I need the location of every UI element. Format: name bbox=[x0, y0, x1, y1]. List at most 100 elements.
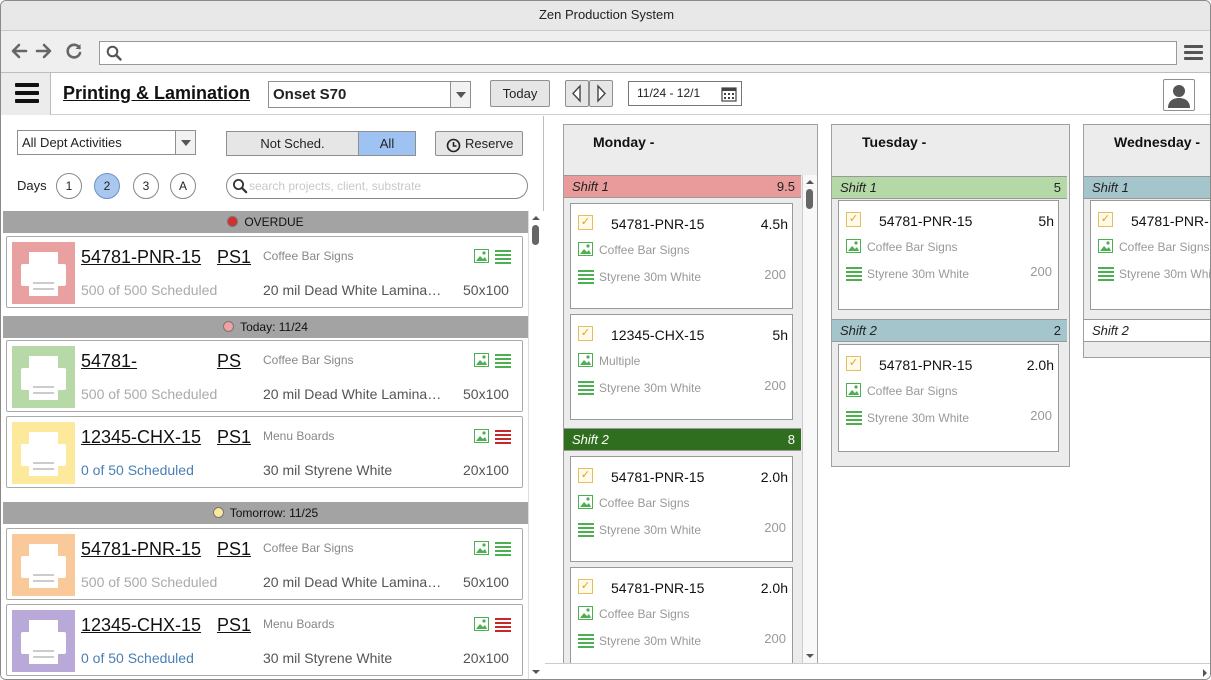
task-quantity: 200 bbox=[764, 267, 786, 282]
menu-button[interactable] bbox=[1, 73, 51, 115]
image-icon bbox=[846, 239, 861, 256]
printer-icon bbox=[12, 534, 75, 596]
client-name: Coffee Bar Signs bbox=[263, 249, 354, 263]
activity-select[interactable]: All Dept Activities bbox=[17, 130, 196, 155]
task-card[interactable]: ✓ 54781-PNR-15 2.0h Coffee Bar Signs Styrene… bbox=[570, 456, 793, 562]
image-icon bbox=[578, 606, 593, 623]
job-card[interactable]: 12345-CHX-15 PS1 Menu Boards 0 of 50 Schedu… bbox=[6, 416, 523, 488]
details-lines-icon[interactable] bbox=[495, 430, 511, 447]
material-lines-icon bbox=[1098, 267, 1114, 284]
task-material: Styrene 30m White bbox=[867, 267, 970, 281]
image-icon[interactable] bbox=[474, 249, 489, 266]
checkbox[interactable]: ✓ bbox=[578, 215, 593, 230]
day-name: Wednesday - bbox=[1114, 134, 1201, 150]
not-scheduled-toggle[interactable]: Not Sched. bbox=[226, 131, 359, 156]
task-card[interactable]: ✓ 54781-PNR-15 2.0h Coffee Bar Signs Styrene… bbox=[838, 344, 1059, 452]
job-card[interactable]: 54781- PS Coffee Bar Signs 500 of 500 Sched… bbox=[6, 340, 523, 412]
task-job-number: 54781-PNR-15 bbox=[611, 469, 705, 485]
shift-header: Shift 2 8 bbox=[564, 428, 801, 451]
back-arrow-icon[interactable] bbox=[9, 41, 29, 61]
browser-menu-icon[interactable] bbox=[1184, 45, 1203, 60]
details-lines-icon[interactable] bbox=[495, 354, 511, 371]
task-client: Coffee Bar Signs bbox=[599, 496, 690, 510]
task-quantity: 200 bbox=[764, 631, 786, 646]
press-link[interactable]: PS1 bbox=[217, 539, 251, 560]
task-card[interactable]: ✓ 12345-CHX-15 5h Multiple Styrene 30m White… bbox=[570, 314, 793, 420]
group-label: OVERDUE bbox=[244, 215, 304, 229]
list-scrollbar-thumb[interactable] bbox=[532, 225, 539, 245]
scroll-up-icon[interactable] bbox=[529, 213, 543, 223]
shift-hours: 9.5 bbox=[776, 179, 795, 194]
task-card[interactable]: ✓ 54781-PNR- Coffee Bar Signs Styrene 30m W… bbox=[1090, 200, 1210, 310]
press-link[interactable]: PS1 bbox=[217, 615, 251, 636]
list-scrollbar[interactable] bbox=[528, 211, 543, 679]
press-link[interactable]: PS1 bbox=[217, 247, 251, 268]
scroll-right-icon[interactable] bbox=[1200, 666, 1210, 680]
board-horizontal-scrollbar[interactable] bbox=[545, 663, 1210, 680]
task-card[interactable]: ✓ 54781-PNR-15 4.5h Coffee Bar Signs Styrene… bbox=[570, 203, 793, 309]
prev-week-button[interactable] bbox=[565, 80, 589, 107]
all-toggle[interactable]: All bbox=[358, 131, 416, 156]
shift-header: Shift 1 5 bbox=[832, 176, 1067, 199]
checkbox[interactable]: ✓ bbox=[578, 326, 593, 341]
image-icon[interactable] bbox=[474, 429, 489, 446]
forward-arrow-icon[interactable] bbox=[34, 41, 54, 61]
search-field[interactable]: search projects, client, substrate bbox=[226, 173, 528, 199]
checkbox[interactable]: ✓ bbox=[1098, 212, 1113, 227]
user-avatar-button[interactable] bbox=[1163, 79, 1195, 111]
job-number-link[interactable]: 12345-CHX-15 bbox=[81, 427, 201, 448]
status-dot-icon bbox=[223, 321, 235, 332]
checkbox[interactable]: ✓ bbox=[846, 212, 861, 227]
task-hours: 5h bbox=[1038, 213, 1054, 229]
day-column: Wednesday - Shift 1 ✓ 54781-PNR- Coffee Bar … bbox=[1083, 124, 1210, 358]
column-scrollbar-thumb[interactable] bbox=[806, 189, 813, 209]
press-link[interactable]: PS bbox=[217, 351, 241, 372]
job-number-link[interactable]: 54781- bbox=[81, 351, 137, 372]
job-card[interactable]: 12345-CHX-15 PS1 Menu Boards 0 of 50 Schedu… bbox=[6, 604, 523, 676]
page-title[interactable]: Printing & Lamination bbox=[63, 83, 250, 104]
today-button[interactable]: Today bbox=[490, 80, 550, 107]
details-lines-icon[interactable] bbox=[495, 250, 511, 267]
calendar-icon[interactable] bbox=[721, 86, 737, 105]
job-size: 50x100 bbox=[463, 386, 509, 402]
column-scrollbar[interactable] bbox=[802, 175, 817, 664]
days-option-3[interactable]: 3 bbox=[133, 173, 159, 199]
task-card[interactable]: ✓ 54781-PNR-15 5h Coffee Bar Signs Styrene 3… bbox=[838, 200, 1059, 310]
checkbox[interactable]: ✓ bbox=[846, 356, 861, 371]
shift-label: Shift 1 bbox=[840, 180, 877, 195]
printer-icon bbox=[12, 346, 75, 408]
scroll-down-icon[interactable] bbox=[529, 667, 543, 677]
job-card[interactable]: 54781-PNR-15 PS1 Coffee Bar Signs 500 of 50… bbox=[6, 236, 523, 308]
reload-icon[interactable] bbox=[64, 41, 84, 61]
next-week-button[interactable] bbox=[589, 80, 613, 107]
material-name: 20 mil Dead White Laminate... bbox=[263, 386, 443, 402]
image-icon[interactable] bbox=[474, 541, 489, 558]
image-icon[interactable] bbox=[474, 617, 489, 634]
checkbox[interactable]: ✓ bbox=[578, 468, 593, 483]
status-dot-icon bbox=[227, 216, 239, 227]
days-option-1[interactable]: 1 bbox=[56, 173, 82, 199]
details-lines-icon[interactable] bbox=[495, 542, 511, 559]
job-card[interactable]: 54781-PNR-15 PS1 Coffee Bar Signs 500 of 50… bbox=[6, 528, 523, 600]
checkbox[interactable]: ✓ bbox=[578, 579, 593, 594]
job-size: 50x100 bbox=[463, 282, 509, 298]
address-bar[interactable] bbox=[99, 41, 1177, 65]
job-number-link[interactable]: 12345-CHX-15 bbox=[81, 615, 201, 636]
user-icon bbox=[1168, 85, 1190, 108]
task-material: Styrene 30m White bbox=[599, 381, 702, 395]
job-number-link[interactable]: 54781-PNR-15 bbox=[81, 539, 201, 560]
press-link[interactable]: PS1 bbox=[217, 427, 251, 448]
details-lines-icon[interactable] bbox=[495, 618, 511, 635]
days-option-2[interactable]: 2 bbox=[94, 173, 120, 199]
date-range-field[interactable]: 11/24 - 12/1 bbox=[628, 81, 742, 106]
machine-select[interactable]: Onset S70 bbox=[268, 81, 471, 108]
reserve-label: Reserve bbox=[465, 136, 514, 151]
task-hours: 4.5h bbox=[760, 216, 788, 232]
shift-label: Shift 2 bbox=[840, 323, 877, 338]
image-icon[interactable] bbox=[474, 353, 489, 370]
task-card[interactable]: ✓ 54781-PNR-15 2.0h Coffee Bar Signs Styrene… bbox=[570, 567, 793, 673]
client-name: Coffee Bar Signs bbox=[263, 541, 354, 555]
job-number-link[interactable]: 54781-PNR-15 bbox=[81, 247, 201, 268]
days-option-a[interactable]: A bbox=[170, 173, 196, 199]
reserve-button[interactable]: Reserve bbox=[435, 131, 523, 156]
